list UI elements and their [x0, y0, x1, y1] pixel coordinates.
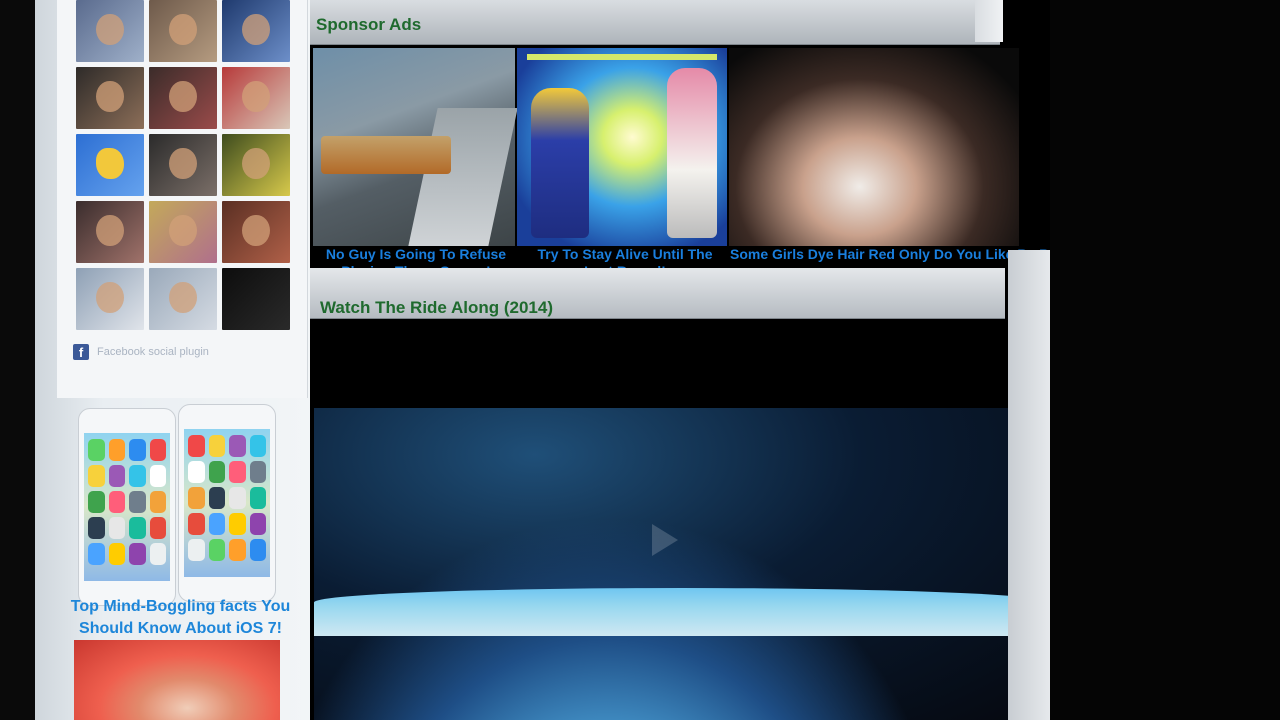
sponsor-ads-header: Sponsor Ads	[310, 0, 1000, 45]
redhair-ad-image[interactable]	[74, 640, 280, 720]
facebook-member-avatar[interactable]	[76, 201, 144, 263]
main-content: Sponsor Ads No Guy Is Going To Refuse Pl…	[310, 0, 1183, 720]
iphone-image-1	[78, 408, 176, 606]
ad-caption-3[interactable]: Some Girls Dye Hair Red Only Do You Like…	[730, 246, 1183, 263]
facebook-member-avatar[interactable]	[149, 268, 217, 330]
facebook-member-avatar[interactable]	[222, 134, 290, 196]
video-frame-space	[314, 408, 1050, 720]
facebook-member-avatar[interactable]	[149, 201, 217, 263]
right-bezel	[1050, 0, 1280, 720]
left-bezel	[0, 0, 35, 720]
page-edge-right	[1008, 250, 1050, 720]
video-player[interactable]	[314, 324, 1050, 720]
video-header: Watch The Ride Along (2014)	[310, 268, 1005, 319]
facebook-member-avatar[interactable]	[149, 67, 217, 129]
ios7-ad[interactable]: Top Mind-Boggling facts You Should Know …	[58, 400, 303, 720]
facebook-member-grid	[76, 0, 296, 330]
facebook-plugin-label: Facebook social plugin	[97, 346, 209, 358]
ad-image-fighting-game[interactable]	[517, 48, 727, 246]
video-title: Watch The Ride Along (2014)	[320, 298, 553, 317]
ios7-ad-title[interactable]: Top Mind-Boggling facts You Should Know …	[58, 596, 303, 640]
ad-image-truck-game[interactable]	[313, 48, 518, 246]
facebook-plugin-footer[interactable]: f Facebook social plugin	[73, 344, 209, 360]
sponsor-ads-title: Sponsor Ads	[316, 15, 422, 34]
facebook-member-avatar[interactable]	[149, 0, 217, 62]
facebook-member-avatar[interactable]	[76, 134, 144, 196]
facebook-member-avatar[interactable]	[222, 67, 290, 129]
facebook-member-avatar[interactable]	[76, 67, 144, 129]
page-edge-top	[975, 0, 1003, 42]
facebook-member-avatar[interactable]	[149, 134, 217, 196]
play-icon[interactable]	[652, 524, 678, 556]
video-frame-earth	[314, 588, 1050, 636]
iphone-image-2	[178, 404, 276, 602]
facebook-member-avatar[interactable]	[222, 201, 290, 263]
facebook-member-avatar[interactable]	[76, 268, 144, 330]
facebook-member-avatar[interactable]	[76, 0, 144, 62]
facebook-member-avatar[interactable]	[222, 268, 290, 330]
facebook-icon: f	[73, 344, 89, 360]
facebook-member-avatar[interactable]	[222, 0, 290, 62]
ad-image-redhair[interactable]	[729, 48, 1019, 246]
